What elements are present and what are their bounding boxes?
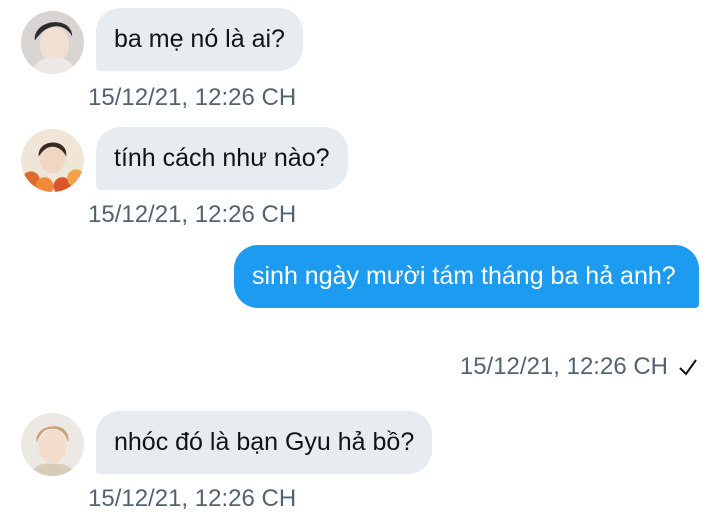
avatar-image	[21, 413, 84, 476]
avatar-image	[21, 129, 84, 192]
message-text: tính cách như nào?	[114, 144, 330, 172]
message-timestamp: 15/12/21, 12:26 CH	[88, 485, 296, 513]
dm-conversation: ba mẹ nó là ai? 15/12/21, 12:26 CH tính …	[0, 0, 720, 519]
message-bubble[interactable]: ba mẹ nó là ai?	[96, 8, 303, 71]
message-timestamp: 15/12/21, 12:26 CH	[88, 84, 296, 112]
message-timestamp: 15/12/21, 12:26 CH	[88, 201, 296, 229]
timestamp-text: 15/12/21, 12:26 CH	[88, 485, 297, 512]
timestamp-text: 15/12/21, 12:26 CH	[88, 201, 297, 228]
message-timestamp: 15/12/21, 12:26 CH	[460, 353, 698, 381]
message-bubble[interactable]: tính cách như nào?	[96, 127, 348, 190]
timestamp-text: 15/12/21, 12:26 CH	[88, 84, 297, 111]
avatar[interactable]	[21, 11, 84, 74]
avatar-image	[21, 11, 84, 74]
message-bubble[interactable]: nhóc đó là bạn Gyu hả bồ?	[96, 411, 433, 474]
message-bubble-outgoing[interactable]: sinh ngày mười tám tháng ba hả anh?	[234, 245, 699, 308]
message-text: ba mẹ nó là ai?	[114, 25, 285, 53]
message-text: nhóc đó là bạn Gyu hả bồ?	[114, 428, 415, 456]
avatar[interactable]	[21, 413, 84, 476]
avatar[interactable]	[21, 129, 84, 192]
check-icon	[679, 359, 697, 376]
message-text: sinh ngày mười tám tháng ba hả anh?	[252, 262, 676, 290]
timestamp-text: 15/12/21, 12:26 CH	[459, 353, 668, 380]
